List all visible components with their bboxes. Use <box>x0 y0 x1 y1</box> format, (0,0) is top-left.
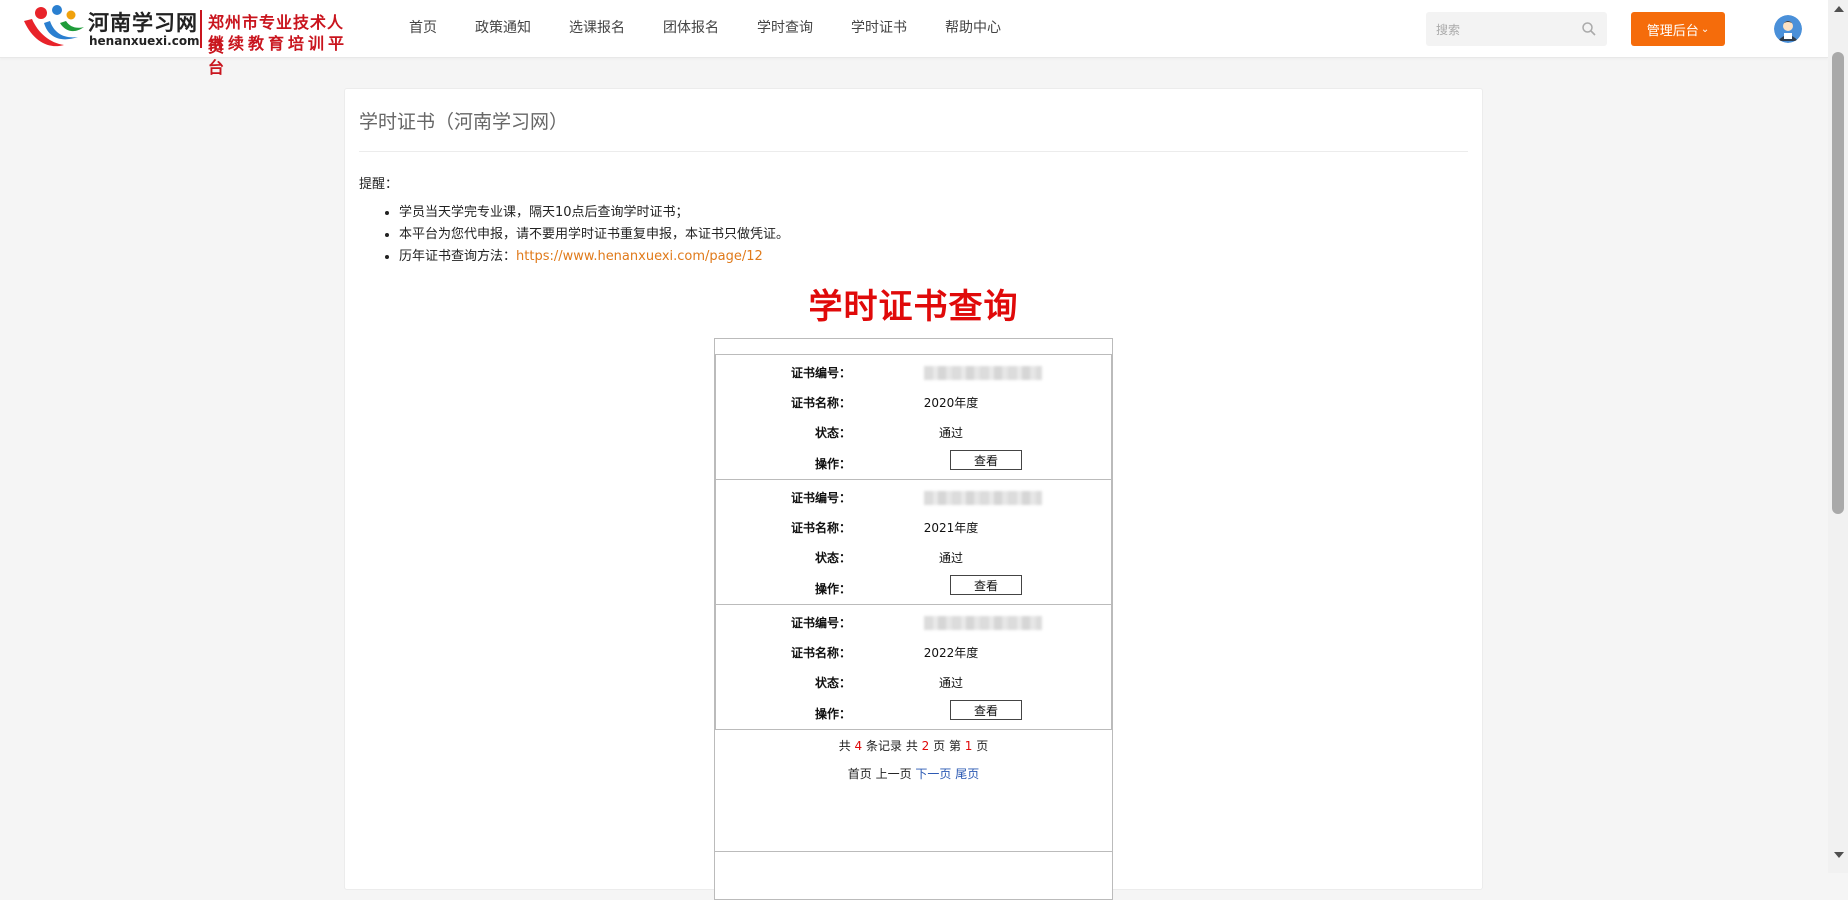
current-page: 1 <box>964 739 973 753</box>
reminder-item: 学员当天学完专业课，隔天10点后查询学时证书； <box>399 202 789 224</box>
search-input[interactable] <box>1434 20 1578 40</box>
action-row: 操作： 查看 <box>716 699 1111 725</box>
status-value: 通过 <box>938 676 963 690</box>
cert-name-value: 2022年度 <box>923 646 979 660</box>
top-header: 河南学习网 henanxuexi.com 郑州市专业技术人员 继续教育培训平台 … <box>0 0 1828 77</box>
pager-summary: 共 4 条记录 共 2 页 第 1 页 <box>838 739 989 753</box>
page-scrollbar[interactable] <box>1828 0 1848 873</box>
cert-record: 证书编号： 证书名称： 2020年度 状态： 通过 操作： 查看 <box>715 355 1112 480</box>
cert-name-value: 2021年度 <box>923 521 979 535</box>
nav-home[interactable]: 首页 <box>390 0 456 57</box>
status-row: 状态： 通过 <box>716 669 1111 695</box>
status-row: 状态： 通过 <box>716 419 1111 445</box>
user-avatar[interactable] <box>1774 15 1802 43</box>
admin-dropdown-button[interactable]: 管理后台 ⌄ <box>1631 12 1725 46</box>
status-value: 通过 <box>938 426 963 440</box>
cert-name-row: 证书名称： 2022年度 <box>716 639 1111 665</box>
cert-no-row: 证书编号： <box>716 359 1111 385</box>
view-cert-button[interactable]: 查看 <box>950 575 1022 595</box>
cert-name-row: 证书名称： 2021年度 <box>716 514 1111 540</box>
scrollbar-thumb[interactable] <box>1832 52 1844 514</box>
reminder-label: 提醒： <box>359 177 399 192</box>
cert-no-redacted <box>924 491 1042 505</box>
total-pages: 2 <box>921 739 930 753</box>
certificate-card: 学时证书（河南学习网） 提醒： 学员当天学完专业课，隔天10点后查询学时证书； … <box>344 88 1483 900</box>
logo-cn-text: 河南学习网 <box>88 11 198 35</box>
reminder-item: 历年证书查询方法：https://www.henanxuexi.com/page… <box>399 246 789 268</box>
cert-no-redacted <box>924 616 1042 630</box>
action-row: 操作： 查看 <box>716 449 1111 475</box>
title-divider <box>359 151 1468 152</box>
cert-record: 证书编号： 证书名称： 2021年度 状态： 通过 操作： 查看 <box>715 480 1112 605</box>
chevron-down-icon: ⌄ <box>1700 23 1710 35</box>
user-avatar-icon <box>1774 15 1802 43</box>
scroll-up-arrow-icon[interactable] <box>1834 6 1844 12</box>
total-records: 4 <box>854 739 863 753</box>
status-value: 通过 <box>938 551 963 565</box>
nav-course-enroll[interactable]: 选课报名 <box>550 0 644 57</box>
page-title: 学时证书（河南学习网） <box>359 111 569 133</box>
site-logo[interactable]: 河南学习网 henanxuexi.com 郑州市专业技术人员 继续教育培训平台 <box>20 3 356 77</box>
main-nav: 首页 政策通知 选课报名 团体报名 学时查询 学时证书 帮助中心 <box>390 0 1020 57</box>
cert-no-row: 证书编号： <box>716 484 1111 510</box>
logo-emblem-icon <box>24 5 84 47</box>
pager-last-link[interactable]: 尾页 <box>955 767 979 781</box>
admin-button-label: 管理后台 <box>1646 23 1699 39</box>
logo-subtitle-2: 继续教育培训平台 <box>208 34 349 77</box>
pager-nav: 首页 上一页 下一页 尾页 <box>715 765 1112 782</box>
pager-prev: 上一页 <box>875 767 912 781</box>
logo-en-text: henanxuexi.com <box>89 34 200 48</box>
nav-help[interactable]: 帮助中心 <box>926 0 1020 57</box>
nav-hours-query[interactable]: 学时查询 <box>738 0 832 57</box>
cert-list-panel: 证书编号： 证书名称： 2020年度 状态： 通过 操作： 查看 证书编号： 证… <box>714 338 1113 900</box>
view-cert-button[interactable]: 查看 <box>950 450 1022 470</box>
pager-first: 首页 <box>847 767 872 781</box>
scroll-down-arrow-icon[interactable] <box>1834 852 1844 858</box>
action-row: 操作： 查看 <box>716 574 1111 600</box>
panel-divider <box>715 851 1112 852</box>
nav-group-enroll[interactable]: 团体报名 <box>644 0 738 57</box>
reminder-list: 学员当天学完专业课，隔天10点后查询学时证书； 本平台为您代申报，请不要用学时证… <box>383 202 789 268</box>
nav-policy[interactable]: 政策通知 <box>456 0 550 57</box>
view-cert-button[interactable]: 查看 <box>950 700 1022 720</box>
cert-record: 证书编号： 证书名称： 2022年度 状态： 通过 操作： 查看 <box>715 605 1112 730</box>
cert-name-row: 证书名称： 2020年度 <box>716 389 1111 415</box>
cert-query-heading: 学时证书查询 <box>808 287 1019 327</box>
logo-separator <box>200 10 202 48</box>
nav-hours-certificate[interactable]: 学时证书 <box>832 0 926 57</box>
history-cert-link[interactable]: https://www.henanxuexi.com/page/12 <box>516 249 763 264</box>
cert-no-row: 证书编号： <box>716 609 1111 635</box>
pager-next-link[interactable]: 下一页 <box>915 767 951 781</box>
status-row: 状态： 通过 <box>716 544 1111 570</box>
search-box <box>1426 12 1607 46</box>
search-icon[interactable] <box>1581 21 1597 37</box>
reminder-item: 本平台为您代申报，请不要用学时证书重复申报，本证书只做凭证。 <box>399 224 789 246</box>
cert-no-redacted <box>924 366 1042 380</box>
cert-name-value: 2020年度 <box>923 396 979 410</box>
panel-header-row <box>715 339 1112 355</box>
